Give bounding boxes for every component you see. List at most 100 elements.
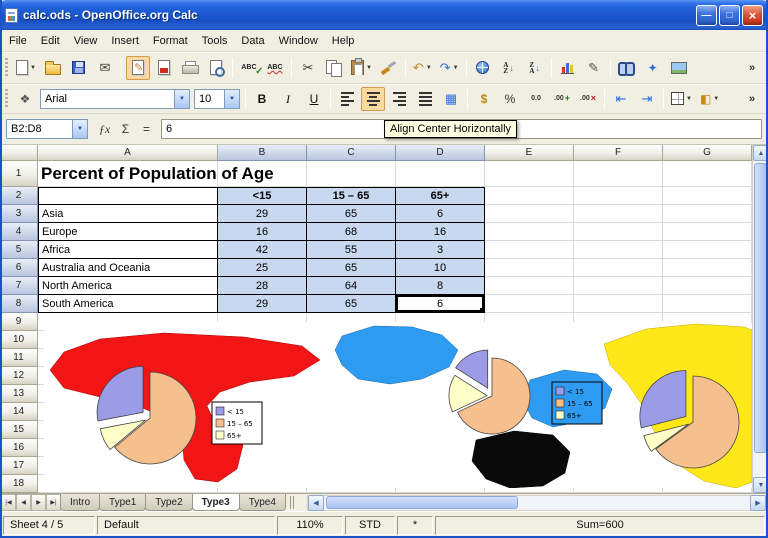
paste-button[interactable]: ▼ [348, 56, 375, 80]
sort-ascending-button[interactable]: AZ↓ [497, 56, 521, 80]
align-right-button[interactable] [387, 87, 411, 111]
cell-F7[interactable] [574, 277, 663, 295]
cell-A6[interactable]: Australia and Oceania [38, 259, 218, 277]
cell-G4[interactable] [663, 223, 752, 241]
background-color-button[interactable]: ◧▼ [697, 87, 722, 111]
cell-E1[interactable] [485, 161, 574, 187]
previous-sheet-button[interactable]: ◀ [16, 494, 31, 511]
col-header-C[interactable]: C [307, 145, 396, 161]
cell-G5[interactable] [663, 241, 752, 259]
status-zoom[interactable]: 110% [277, 516, 343, 535]
menu-view[interactable]: View [67, 32, 105, 50]
merge-cells-button[interactable]: ▦ [439, 87, 463, 111]
align-left-button[interactable] [335, 87, 359, 111]
borders-button[interactable]: ▼ [668, 87, 695, 111]
toolbar-grip[interactable] [5, 58, 8, 78]
insert-chart-button[interactable] [556, 56, 580, 80]
print-file-button[interactable] [178, 56, 202, 80]
cell-B7[interactable]: 28 [218, 277, 307, 295]
cell-E2[interactable] [485, 187, 574, 205]
format-paintbrush-button[interactable] [377, 56, 401, 80]
sum-icon[interactable]: Σ [115, 119, 136, 139]
delete-decimal-place-button[interactable]: .00× [576, 87, 600, 111]
tab-splitter[interactable] [290, 496, 295, 509]
hyperlink-button[interactable] [471, 56, 495, 80]
sheet-tab-intro[interactable]: Intro [60, 494, 100, 511]
gallery-button[interactable] [667, 56, 691, 80]
next-sheet-button[interactable]: ▶ [31, 494, 46, 511]
sort-descending-button[interactable]: ZA↓ [523, 56, 547, 80]
row-header-3[interactable]: 3 [0, 205, 38, 223]
row-header-15[interactable]: 15 [0, 421, 38, 439]
cell-D1[interactable] [396, 161, 485, 187]
align-justified-button[interactable] [413, 87, 437, 111]
row-header-13[interactable]: 13 [0, 385, 38, 403]
sheet-tab-type1[interactable]: Type1 [99, 494, 146, 511]
vertical-scrollbar[interactable]: ▲ ▼ [752, 145, 768, 493]
font-size-dropdown-icon[interactable]: ▼ [224, 90, 239, 108]
toolbar-overflow-button[interactable]: » [740, 87, 764, 111]
minimize-button[interactable]: — [696, 5, 717, 26]
toolbar-grip[interactable] [5, 89, 8, 109]
cell-E6[interactable] [485, 259, 574, 277]
number-format-standard-button[interactable]: 0.0 [524, 87, 548, 111]
menu-insert[interactable]: Insert [104, 32, 146, 50]
title-bar[interactable]: calc.ods - OpenOffice.org Calc — □ × [0, 0, 768, 30]
cell-C8[interactable]: 65 [307, 295, 396, 313]
horizontal-scroll-track[interactable] [324, 496, 750, 510]
italic-button[interactable]: I [276, 87, 300, 111]
scroll-up-icon[interactable]: ▲ [753, 145, 768, 161]
copy-button[interactable] [322, 56, 346, 80]
borders-dropdown-icon[interactable]: ▼ [686, 96, 692, 102]
scroll-left-icon[interactable]: ◀ [308, 495, 324, 511]
cell-C1[interactable] [307, 161, 396, 187]
row-header-5[interactable]: 5 [0, 241, 38, 259]
toolbar-overflow-button[interactable]: » [740, 56, 764, 80]
row-header-6[interactable]: 6 [0, 259, 38, 277]
cut-button[interactable]: ✂ [296, 56, 320, 80]
cell-A3[interactable]: Asia [38, 205, 218, 223]
redo-dropdown-icon[interactable]: ▼ [453, 65, 459, 71]
row-header-16[interactable]: 16 [0, 439, 38, 457]
scroll-down-icon[interactable]: ▼ [753, 477, 768, 493]
cell-B5[interactable]: 42 [218, 241, 307, 259]
cell-A8[interactable]: South America [38, 295, 218, 313]
redo-button[interactable]: ↷▼ [437, 56, 462, 80]
row-header-7[interactable]: 7 [0, 277, 38, 295]
cell-D5[interactable]: 3 [396, 241, 485, 259]
align-center-horizontally-button[interactable] [361, 87, 385, 111]
cell-C4[interactable]: 68 [307, 223, 396, 241]
menu-format[interactable]: Format [146, 32, 195, 50]
horizontal-scroll-thumb[interactable] [326, 496, 518, 509]
font-size-combo[interactable]: 10▼ [194, 89, 240, 109]
cell-D4[interactable]: 16 [396, 223, 485, 241]
background-color-dropdown-icon[interactable]: ▼ [713, 96, 719, 102]
cell-F4[interactable] [574, 223, 663, 241]
cell-D2[interactable]: 65+ [396, 187, 485, 205]
row-header-14[interactable]: 14 [0, 403, 38, 421]
status-insert-mode[interactable]: STD [345, 516, 395, 535]
font-name-dropdown-icon[interactable]: ▼ [174, 90, 189, 108]
open-document-button[interactable] [41, 56, 65, 80]
function-icon[interactable]: = [136, 119, 157, 139]
cell-B6[interactable]: 25 [218, 259, 307, 277]
undo-dropdown-icon[interactable]: ▼ [426, 65, 432, 71]
menu-tools[interactable]: Tools [195, 32, 235, 50]
row-header-18[interactable]: 18 [0, 475, 38, 493]
cell-E7[interactable] [485, 277, 574, 295]
first-sheet-button[interactable]: |◀ [1, 494, 16, 511]
cell-C3[interactable]: 65 [307, 205, 396, 223]
cell-F1[interactable] [574, 161, 663, 187]
menu-file[interactable]: File [2, 32, 34, 50]
last-sheet-button[interactable]: ▶| [46, 494, 61, 511]
cell-F3[interactable] [574, 205, 663, 223]
cell-F8[interactable] [574, 295, 663, 313]
cell-B2[interactable]: <15 [218, 187, 307, 205]
find-and-replace-button[interactable] [615, 56, 639, 80]
name-box[interactable]: B2:D8 ▼ [6, 119, 88, 139]
cell-B8[interactable]: 29 [218, 295, 307, 313]
cell-G1[interactable] [663, 161, 752, 187]
name-box-dropdown-icon[interactable]: ▼ [72, 120, 87, 138]
maximize-button[interactable]: □ [719, 5, 740, 26]
cell-D3[interactable]: 6 [396, 205, 485, 223]
